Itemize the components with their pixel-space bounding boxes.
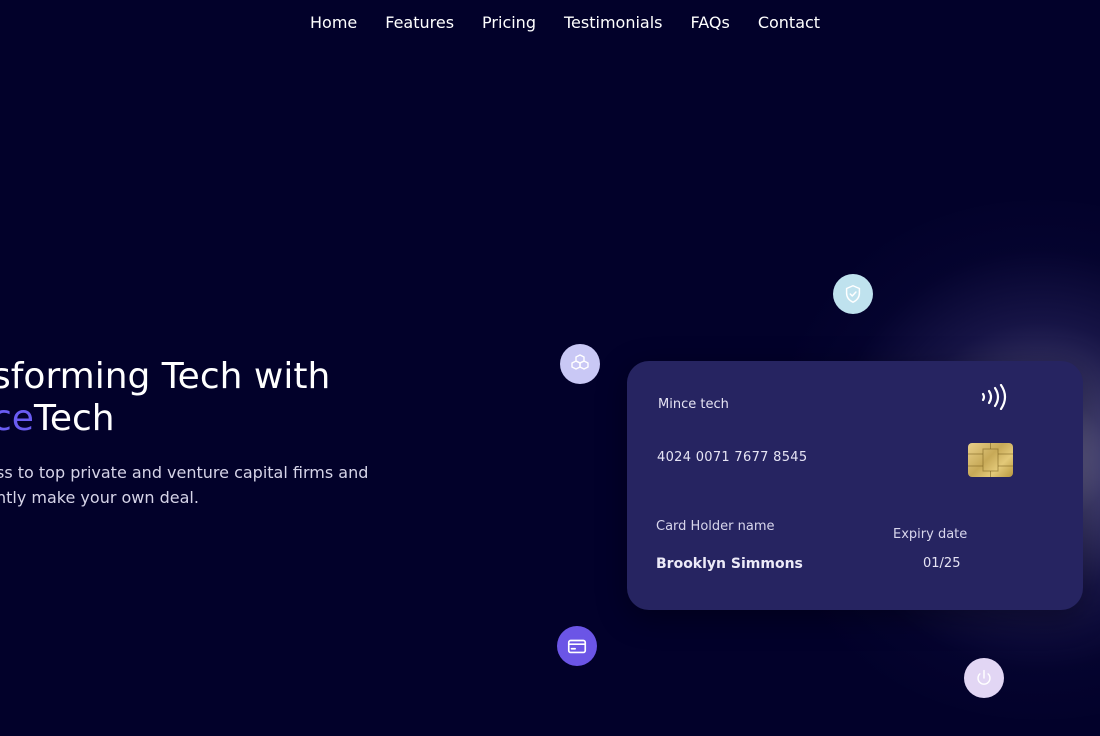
hero-title-accent: ce [0, 398, 34, 439]
hero-title: sforming Tech with ceTech [0, 356, 330, 440]
nav-faqs[interactable]: FAQs [690, 13, 729, 32]
credit-card: Mince tech 4024 0071 7677 8545 Card Hold… [627, 361, 1083, 610]
card-holder-name: Brooklyn Simmons [656, 556, 803, 572]
shield-check-icon [833, 274, 873, 314]
nav-contact[interactable]: Contact [758, 13, 820, 32]
hero-subtitle: ss to top private and venture capital fi… [0, 460, 368, 510]
hero-subtitle-line2: ntly make your own deal. [0, 488, 199, 507]
nav-pricing[interactable]: Pricing [482, 13, 536, 32]
chip-icon [968, 443, 1013, 477]
card-expiry-label: Expiry date [893, 527, 968, 542]
contactless-icon [981, 384, 1007, 410]
nav-home[interactable]: Home [310, 13, 357, 32]
hero-title-line1: sforming Tech with [0, 356, 331, 397]
nav-features[interactable]: Features [385, 13, 454, 32]
credit-card-icon [557, 626, 597, 666]
blocks-icon [560, 344, 600, 384]
card-brand: Mince tech [658, 397, 729, 412]
landing-page: h Home Features Pricing Testimonials FAQ… [0, 0, 1100, 736]
main-nav: Home Features Pricing Testimonials FAQs … [310, 13, 820, 32]
power-icon [964, 658, 1004, 698]
hero-subtitle-line1: ss to top private and venture capital fi… [0, 463, 369, 482]
card-number: 4024 0071 7677 8545 [657, 450, 808, 465]
hero-title-rest: Tech [33, 398, 115, 439]
card-expiry: 01/25 [923, 556, 961, 571]
nav-testimonials[interactable]: Testimonials [564, 13, 663, 32]
card-holder-label: Card Holder name [656, 519, 775, 534]
